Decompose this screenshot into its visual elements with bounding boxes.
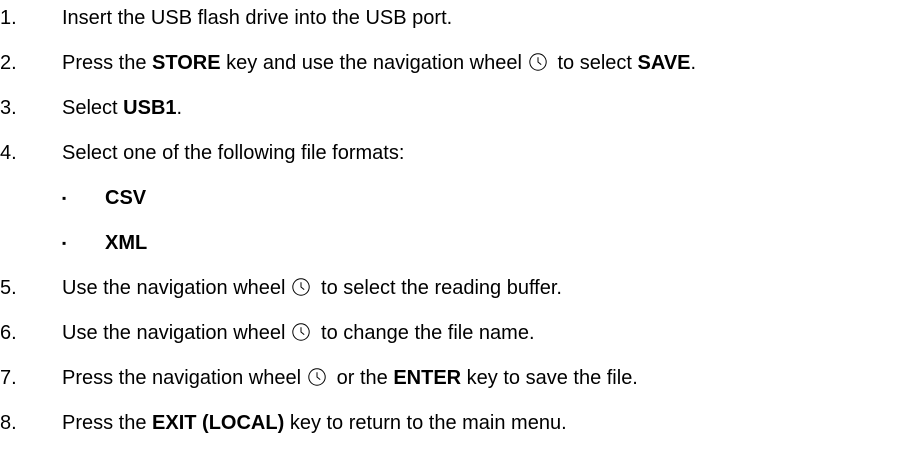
text-run: Select one of the following file formats…: [62, 142, 405, 164]
text-run: .: [690, 52, 697, 74]
step-text: Use the navigation wheel to change the f…: [62, 318, 535, 348]
text-run: or the: [331, 367, 394, 389]
step-text: Press the EXIT (LOCAL) key to return to …: [62, 408, 567, 438]
text-run: key and use the navigation wheel: [220, 52, 522, 74]
navigation-wheel-icon: [292, 323, 311, 341]
bold-term: EXIT (LOCAL): [152, 412, 285, 434]
step-number: 7.: [0, 367, 17, 389]
step-text: Use the navigation wheel to select the r…: [62, 273, 562, 303]
step-number: 3.: [0, 97, 17, 119]
square-bullet-icon: ▪: [62, 191, 67, 205]
step-number: 8.: [0, 412, 17, 434]
text-run: to change the file name.: [315, 322, 535, 344]
text-run: .: [176, 97, 183, 119]
navigation-wheel-icon: [308, 368, 326, 386]
instruction-document: 1. Insert the USB flash drive into the U…: [0, 0, 907, 453]
text-run: Use the navigation wheel: [62, 322, 286, 344]
navigation-wheel-icon: [529, 53, 547, 71]
navigation-wheel-icon: [292, 278, 311, 296]
text-run: Select: [62, 97, 124, 119]
step-number: 4.: [0, 142, 17, 164]
text-run: Insert the USB flash drive into the USB …: [62, 7, 453, 29]
bold-term: SAVE: [637, 52, 691, 74]
text-run: key to return to the main menu.: [284, 412, 567, 434]
text-run: Use the navigation wheel: [62, 277, 286, 299]
step-text: Press the navigation wheel or the ENTER …: [62, 363, 638, 393]
text-run: to select the reading buffer.: [315, 277, 562, 299]
bold-term: USB1: [123, 97, 177, 119]
square-bullet-icon: ▪: [62, 236, 67, 250]
bold-term: ENTER: [393, 367, 462, 389]
text-run: Press the: [62, 412, 153, 434]
text-run: to select: [551, 52, 638, 74]
text-run: key to save the file.: [461, 367, 638, 389]
step-number: 5.: [0, 277, 17, 299]
step-text: Select USB1.: [62, 93, 182, 123]
text-run: Press the navigation wheel: [62, 367, 302, 389]
step-text: Select one of the following file formats…: [62, 138, 404, 168]
step-text: Insert the USB flash drive into the USB …: [62, 3, 452, 33]
format-label: XML: [105, 232, 148, 254]
step-number: 1.: [0, 7, 17, 29]
bold-term: STORE: [152, 52, 221, 74]
text-run: Press the: [62, 52, 153, 74]
step-number: 2.: [0, 52, 17, 74]
step-text: Press the STORE key and use the navigati…: [62, 48, 696, 78]
format-label: CSV: [105, 187, 147, 209]
step-number: 6.: [0, 322, 17, 344]
